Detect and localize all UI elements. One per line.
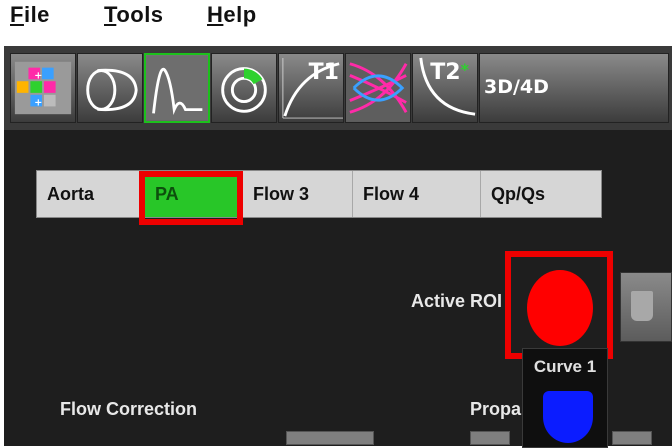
t2star-tool-button[interactable]: T2* bbox=[412, 53, 478, 123]
trash-icon bbox=[631, 291, 653, 321]
propagate-label: Propa bbox=[470, 399, 522, 419]
tab-qp-qs-label: Qp/Qs bbox=[491, 184, 546, 204]
signal-intensity-tool-button[interactable] bbox=[345, 53, 411, 123]
svg-text:+: + bbox=[34, 70, 42, 81]
t2-label: T2* bbox=[430, 60, 469, 85]
tab-flow-3-label: Flow 3 bbox=[253, 184, 310, 204]
t1-label: T1 bbox=[308, 60, 339, 85]
menu-tools-mnemonic: T bbox=[104, 2, 117, 27]
t2-label-text: T2 bbox=[430, 60, 461, 85]
pa-tab-highlight-box bbox=[139, 171, 243, 225]
menu-file[interactable]: File bbox=[10, 2, 50, 28]
roi-delete-button[interactable] bbox=[620, 272, 672, 342]
tab-flow-4[interactable]: Flow 4 bbox=[353, 171, 481, 217]
active-roi-label: Active ROI bbox=[411, 291, 503, 311]
flow-tool-button[interactable] bbox=[144, 53, 210, 123]
menu-tools-label: ools bbox=[116, 2, 164, 27]
matrix-tool-button[interactable]: + + bbox=[10, 53, 76, 123]
flow-tabs: Aorta PA Flow 3 Flow 4 Qp/Qs bbox=[36, 170, 602, 218]
menu-help-label: elp bbox=[223, 2, 257, 27]
svg-text:+: + bbox=[34, 97, 42, 108]
3d4d-tool-button[interactable]: 3D/4D bbox=[479, 53, 669, 123]
tab-aorta[interactable]: Aorta bbox=[37, 171, 145, 217]
application-window: + + T1 T2* 3D/4D Aorta PA Flow 3 Flow 4 … bbox=[0, 38, 672, 448]
curve-1-label: Curve 1 bbox=[533, 357, 597, 376]
tab-flow-3[interactable]: Flow 3 bbox=[243, 171, 353, 217]
t2-star-superscript: * bbox=[460, 60, 469, 79]
menu-help[interactable]: Help bbox=[207, 2, 257, 28]
flow-correction-button[interactable] bbox=[286, 431, 374, 445]
matrix-icon: + + bbox=[14, 61, 72, 115]
menu-file-mnemonic: F bbox=[10, 2, 24, 27]
t1-mapping-tool-button[interactable]: T1 bbox=[278, 53, 344, 123]
propagate-button[interactable] bbox=[470, 431, 510, 445]
roi-highlight-box bbox=[505, 251, 613, 359]
menu-file-label: ile bbox=[23, 2, 50, 27]
tab-aorta-label: Aorta bbox=[47, 184, 95, 204]
menu-help-mnemonic: H bbox=[207, 2, 224, 27]
flow-correction-label: Flow Correction bbox=[60, 399, 198, 419]
side-control-button[interactable] bbox=[612, 431, 652, 445]
menu-tools[interactable]: Tools bbox=[104, 2, 164, 28]
myocardial-evaluation-tool-button[interactable] bbox=[211, 53, 277, 123]
ventricle-icon bbox=[86, 68, 138, 112]
analysis-toolbar: + + T1 T2* 3D/4D bbox=[4, 46, 672, 130]
flow-curve-icon bbox=[146, 55, 208, 121]
3d4d-label: 3D/4D bbox=[484, 76, 549, 98]
menu-bar: File Tools Help bbox=[0, 0, 672, 38]
curve-1-button[interactable]: Curve 1 bbox=[522, 348, 608, 448]
function-tool-button[interactable] bbox=[77, 53, 143, 123]
curve-color-icon bbox=[543, 391, 593, 443]
signal-curves-icon bbox=[346, 54, 410, 122]
tab-flow-4-label: Flow 4 bbox=[363, 184, 420, 204]
ring-icon bbox=[221, 67, 267, 113]
tab-qp-qs[interactable]: Qp/Qs bbox=[481, 171, 603, 217]
